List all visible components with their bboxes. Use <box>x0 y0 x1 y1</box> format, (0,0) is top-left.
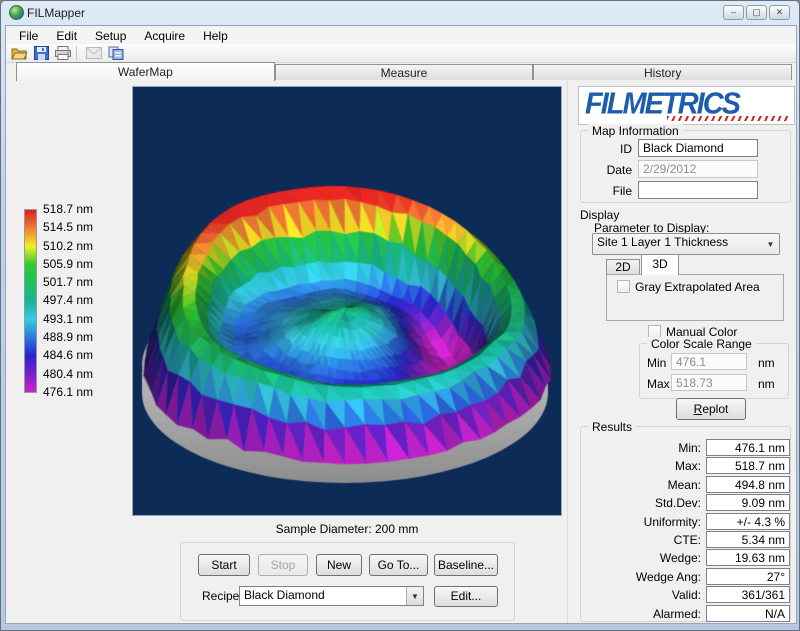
baseline-button[interactable]: Baseline... <box>434 554 498 576</box>
max-unit: nm <box>758 377 775 391</box>
replot-button[interactable]: Replot <box>676 398 746 420</box>
open-file-icon[interactable] <box>10 45 28 61</box>
result-value: 361/361 <box>706 586 790 603</box>
parameter-value: Site 1 Layer 1 Thickness <box>597 235 728 249</box>
legend-tick-label: 505.9 nm <box>43 257 113 271</box>
legend-tick-label: 484.6 nm <box>43 348 113 362</box>
color-scale-legend <box>24 209 37 393</box>
map-information-title: Map Information <box>588 124 683 138</box>
result-label: Min: <box>589 441 701 455</box>
menu-file[interactable]: File <box>10 27 47 44</box>
result-label: Valid: <box>589 588 701 602</box>
legend-tick-label: 501.7 nm <box>43 275 113 289</box>
result-label: Mean: <box>589 478 701 492</box>
tab-3d[interactable]: 3D <box>641 254 679 275</box>
mail-icon[interactable] <box>85 45 103 61</box>
close-button[interactable]: ✕ <box>769 5 790 20</box>
copy-icon[interactable] <box>107 45 125 61</box>
result-label: Uniformity: <box>589 515 701 529</box>
toolbar-separator <box>76 46 77 60</box>
legend-tick-label: 488.9 nm <box>43 330 113 344</box>
result-value: 494.8 nm <box>706 476 790 493</box>
recipe-combobox[interactable]: Black Diamond ▼ <box>239 586 424 606</box>
title-bar[interactable]: FILMapper – ▢ ✕ <box>1 1 800 25</box>
max-label: Max <box>647 377 670 391</box>
chevron-down-icon[interactable]: ▼ <box>762 234 779 254</box>
minimize-button[interactable]: – <box>723 5 744 20</box>
wafer-map-panel <box>132 86 562 516</box>
edit-button[interactable]: Edit... <box>434 586 498 607</box>
result-value: 476.1 nm <box>706 439 790 456</box>
tab-2d[interactable]: 2D <box>606 259 640 275</box>
legend-tick-label: 493.1 nm <box>43 312 113 326</box>
id-label: ID <box>592 142 632 156</box>
start-button[interactable]: Start <box>198 554 250 576</box>
legend-tick-label: 518.7 nm <box>43 202 113 216</box>
legend-tick-label: 476.1 nm <box>43 385 113 399</box>
min-label: Min <box>647 356 666 370</box>
result-value: 5.34 nm <box>706 531 790 548</box>
filmetrics-logo: FILMETRICS <box>578 86 795 125</box>
print-icon[interactable] <box>54 45 72 61</box>
panel-divider <box>567 81 568 623</box>
chevron-down-icon[interactable]: ▼ <box>406 587 423 605</box>
color-scale-range-title: Color Scale Range <box>647 337 756 351</box>
stop-button[interactable]: Stop <box>258 554 308 576</box>
file-label: File <box>592 184 632 198</box>
result-label: Wedge Ang: <box>589 570 701 584</box>
menu-bar: FileEditSetupAcquireHelp <box>6 27 796 44</box>
date-label: Date <box>592 163 632 177</box>
menu-acquire[interactable]: Acquire <box>135 27 194 44</box>
menu-setup[interactable]: Setup <box>86 27 135 44</box>
result-value: 19.63 nm <box>706 549 790 566</box>
toolbar <box>6 44 796 63</box>
file-field[interactable] <box>638 181 758 199</box>
id-field[interactable]: Black Diamond <box>638 139 758 157</box>
result-label: Wedge: <box>589 551 701 565</box>
gray-extrapolated-label: Gray Extrapolated Area <box>635 280 760 294</box>
wafer-3d-view[interactable] <box>133 87 561 515</box>
save-icon[interactable] <box>32 45 50 61</box>
main-tab-strip: WaferMapMeasureHistory <box>16 62 792 80</box>
tab-history[interactable]: History <box>533 64 792 80</box>
client-area: FileEditSetupAcquireHelp WaferMapMeasure… <box>5 25 797 624</box>
recipe-label: Recipe: <box>202 589 243 603</box>
min-field[interactable]: 476.1 <box>671 353 747 370</box>
new-button[interactable]: New <box>316 554 362 576</box>
legend-tick-label: 514.5 nm <box>43 220 113 234</box>
result-label: Std.Dev: <box>589 496 701 510</box>
menu-edit[interactable]: Edit <box>47 27 86 44</box>
parameter-combobox[interactable]: Site 1 Layer 1 Thickness ▼ <box>592 233 780 255</box>
menu-help[interactable]: Help <box>194 27 237 44</box>
result-label: CTE: <box>589 533 701 547</box>
app-window: FILMapper – ▢ ✕ FileEditSetupAcquireHelp <box>0 0 800 631</box>
display-title: Display <box>580 208 619 222</box>
result-value: 9.09 nm <box>706 494 790 511</box>
result-value: N/A <box>706 605 790 622</box>
legend-tick-label: 510.2 nm <box>43 239 113 253</box>
results-title: Results <box>588 420 636 434</box>
color-scale-labels: 518.7 nm 514.5 nm 510.2 nm 505.9 nm 501.7 nm… <box>43 202 113 399</box>
tab-measure[interactable]: Measure <box>275 64 534 80</box>
date-field[interactable]: 2/29/2012 <box>638 160 758 178</box>
result-value: +/- 4.3 % <box>706 513 790 530</box>
recipe-value: Black Diamond <box>244 588 325 602</box>
max-field[interactable]: 518.73 <box>671 374 747 391</box>
result-value: 518.7 nm <box>706 457 790 474</box>
legend-tick-label: 480.4 nm <box>43 367 113 381</box>
gray-extrapolated-checkbox[interactable] <box>617 280 630 293</box>
maximize-button[interactable]: ▢ <box>746 5 767 20</box>
tab-wafermap[interactable]: WaferMap <box>16 62 275 81</box>
result-label: Max: <box>589 459 701 473</box>
goto-button[interactable]: Go To... <box>369 554 428 576</box>
result-value: 27° <box>706 568 790 585</box>
window-title: FILMapper <box>27 6 85 20</box>
app-icon <box>9 5 24 20</box>
legend-tick-label: 497.4 nm <box>43 293 113 307</box>
sample-diameter-label: Sample Diameter: 200 mm <box>132 522 562 536</box>
min-unit: nm <box>758 356 775 370</box>
logo-hatch-marks <box>667 116 788 121</box>
result-label: Alarmed: <box>589 607 701 621</box>
